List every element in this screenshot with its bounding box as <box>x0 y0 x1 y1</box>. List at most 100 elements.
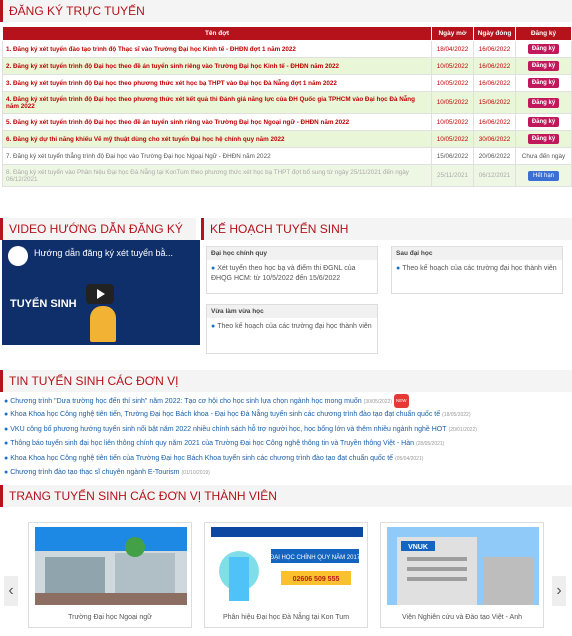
registration-row: 5. Đăng ký xét tuyển trình độ Đại học th… <box>2 113 572 131</box>
open-date: 10/05/2022 <box>431 130 474 148</box>
unit-logo: VNUK <box>408 544 428 551</box>
news-link[interactable]: Chương trình "Dưa trường học đến thí sin… <box>10 398 361 405</box>
registration-name-link[interactable]: 7. Đăng ký xét tuyển thẳng trình độ Đại … <box>2 147 432 165</box>
registration-row: 3. Đăng ký xét tuyển trình độ Đại học th… <box>2 74 572 92</box>
section-title-plan: KẾ HOẠCH TUYỂN SINH <box>201 218 572 240</box>
close-date: 15/06/2022 <box>473 91 516 114</box>
news-item[interactable]: ● Khoa Khoa học Công nghệ tiên tiến của T… <box>4 452 570 466</box>
bullet-icon: ● <box>4 425 9 433</box>
unit-banner: ĐẠI HỌC CHÍNH QUY NĂM 2017 <box>270 554 361 561</box>
register-button[interactable]: Đăng ký <box>527 97 560 108</box>
expired-button[interactable]: Hết hạn <box>527 170 559 181</box>
units-carousel: ‹ Trường Đại học Ngoại ngữ ĐẠI HỌC CHÍNH… <box>0 520 572 632</box>
col-header-action: Đăng ký <box>515 26 572 41</box>
action-cell: Đăng ký <box>515 40 572 58</box>
registration-row: 6. Đăng ký dự thi năng khiếu Vẽ mỹ thuật… <box>2 130 572 148</box>
col-header-open: Ngày mở <box>431 26 474 41</box>
news-item[interactable]: ● Thông báo tuyển sinh đại học liên thông… <box>4 437 570 451</box>
close-date: 20/06/2022 <box>473 147 516 165</box>
mascot-image <box>90 306 116 342</box>
unit-phone: 02606 509 555 <box>293 576 340 583</box>
close-date: 16/06/2022 <box>473 113 516 131</box>
action-cell: Đăng ký <box>515 113 572 131</box>
register-button[interactable]: Đăng ký <box>527 134 560 144</box>
plan-box-body: Theo kế hoạch của các trường đại học thà… <box>402 265 557 272</box>
video-player[interactable]: Hướng dẫn đăng ký xét tuyển bằ... TUYỂN … <box>2 240 200 345</box>
open-date: 10/05/2022 <box>431 113 474 131</box>
plan-box-body: Xét tuyển theo học bạ và điểm thi ĐGNL c… <box>211 265 356 282</box>
action-cell: Hết hạn <box>515 164 572 187</box>
bullet-icon: ● <box>4 468 9 476</box>
plan-box-postgrad: Sau đại học ● Theo kế hoạch của các trườn… <box>391 246 563 294</box>
unit-card[interactable]: ĐẠI HỌC CHÍNH QUY NĂM 2017 02606 509 555… <box>204 522 368 628</box>
registration-name-link[interactable]: 2. Đăng ký xét tuyển trình độ Đại học th… <box>2 57 432 75</box>
registration-name-link[interactable]: 4. Đăng ký xét tuyển trình độ Đại học th… <box>2 91 432 114</box>
action-cell: Đăng ký <box>515 91 572 114</box>
news-list: ● Chương trình "Dưa trường học đến thí si… <box>4 394 570 480</box>
bullet-icon: ● <box>4 397 9 405</box>
close-date: 16/06/2022 <box>473 57 516 75</box>
close-date: 30/06/2022 <box>473 130 516 148</box>
channel-logo <box>8 246 28 266</box>
news-date: (18/05/2022) <box>442 412 471 419</box>
section-title-registration: ĐĂNG KÝ TRỰC TUYẾN <box>0 0 572 22</box>
unit-card[interactable]: Trường Đại học Ngoại ngữ <box>28 522 192 628</box>
news-link[interactable]: VKU công bố phương hướng tuyển sinh nổi … <box>10 426 446 433</box>
plan-box-head: Đại học chính quy <box>207 247 377 260</box>
action-cell: Đăng ký <box>515 57 572 75</box>
unit-image <box>35 527 187 605</box>
news-link[interactable]: Chương trình đào tạo thạc sĩ chuyên ngàn… <box>10 469 179 476</box>
plan-box-regular: Đại học chính quy ● Xét tuyển theo học bạ… <box>206 246 378 294</box>
plan-box-parttime: Vừa làm vừa học ● Theo kế hoạch của các t… <box>206 304 378 354</box>
unit-image: VNUK <box>387 527 539 605</box>
news-link[interactable]: Khoa Khoa học Công nghệ tiên tiến của Tr… <box>10 455 393 462</box>
news-item[interactable]: ● Khoa Khoa học Công nghệ tiên tiến, Trườ… <box>4 408 570 422</box>
news-date: (30/05/2022) <box>363 398 392 405</box>
registration-name-link[interactable]: 6. Đăng ký dự thi năng khiếu Vẽ mỹ thuật… <box>2 130 432 148</box>
news-date: (01/10/2019) <box>181 469 210 476</box>
bullet-icon: ● <box>211 323 216 330</box>
register-button[interactable]: Đăng ký <box>527 117 560 127</box>
news-date: (20/01/2022) <box>448 426 477 433</box>
section-title-units: TRANG TUYỂN SINH CÁC ĐƠN VỊ THÀNH VIÊN <box>0 485 572 507</box>
video-banner-text: TUYỂN SINH <box>10 298 77 310</box>
play-icon[interactable] <box>86 284 114 304</box>
registration-name-link[interactable]: 5. Đăng ký xét tuyển trình độ Đại học th… <box>2 113 432 131</box>
register-button[interactable]: Đăng ký <box>527 44 560 54</box>
news-item[interactable]: ● Chương trình "Dưa trường học đến thí si… <box>4 394 570 408</box>
open-date: 10/05/2022 <box>431 74 474 92</box>
carousel-prev-button[interactable]: ‹ <box>4 576 18 606</box>
register-button[interactable]: Đăng ký <box>527 78 560 88</box>
close-date: 16/06/2022 <box>473 40 516 58</box>
registration-name-link[interactable]: 3. Đăng ký xét tuyển trình độ Đại học th… <box>2 74 432 92</box>
action-cell: Đăng ký <box>515 130 572 148</box>
registration-row: 8. Đăng ký xét tuyển vào Phân hiệu Đại h… <box>2 164 572 187</box>
plan-box-head: Vừa làm vừa học <box>207 305 377 318</box>
news-link[interactable]: Khoa Khoa học Công nghệ tiên tiến, Trườn… <box>10 411 440 418</box>
news-item[interactable]: ● VKU công bố phương hướng tuyển sinh nổi… <box>4 423 570 437</box>
status-text: Chưa đến ngày <box>521 152 566 160</box>
section-title-news: TIN TUYỂN SINH CÁC ĐƠN VỊ <box>0 370 572 392</box>
video-caption: Hướng dẫn đăng ký xét tuyển bằ... <box>34 248 174 258</box>
bullet-icon: ● <box>211 265 216 272</box>
registration-row: 1. Đăng ký xét tuyển đào tạo trình độ Th… <box>2 40 572 58</box>
registration-row: 4. Đăng ký xét tuyển trình độ Đại học th… <box>2 91 572 114</box>
open-date: 18/04/2022 <box>431 40 474 58</box>
news-link[interactable]: Thông báo tuyển sinh đại học liên thông … <box>10 440 414 447</box>
registration-table: Tên đợt Ngày mở Ngày đóng Đăng ký 1. Đăn… <box>2 26 572 187</box>
unit-card[interactable]: VNUK Viện Nghiên cứu và Đào tạo Việt - A… <box>380 522 544 628</box>
registration-name-link[interactable]: 1. Đăng ký xét tuyển đào tạo trình độ Th… <box>2 40 432 58</box>
unit-caption: Trường Đại học Ngoại ngữ <box>68 614 152 621</box>
section-title-video: VIDEO HƯỚNG DẪN ĐĂNG KÝ <box>0 218 196 240</box>
register-button[interactable]: Đăng ký <box>527 61 560 71</box>
open-date: 25/11/2021 <box>431 164 474 187</box>
news-date: (05/04/2021) <box>395 455 424 462</box>
unit-caption: Phân hiệu Đại học Đà Nẵng tại Kon Tum <box>222 614 350 621</box>
news-date: (28/05/2021) <box>415 441 445 448</box>
registration-name-link[interactable]: 8. Đăng ký xét tuyển vào Phân hiệu Đại h… <box>2 164 432 187</box>
action-cell: Đăng ký <box>515 74 572 92</box>
open-date: 10/05/2022 <box>431 57 474 75</box>
carousel-next-button[interactable]: › <box>552 576 566 606</box>
close-date: 16/06/2022 <box>473 74 516 92</box>
news-item[interactable]: ● Chương trình đào tạo thạc sĩ chuyên ngà… <box>4 466 570 480</box>
